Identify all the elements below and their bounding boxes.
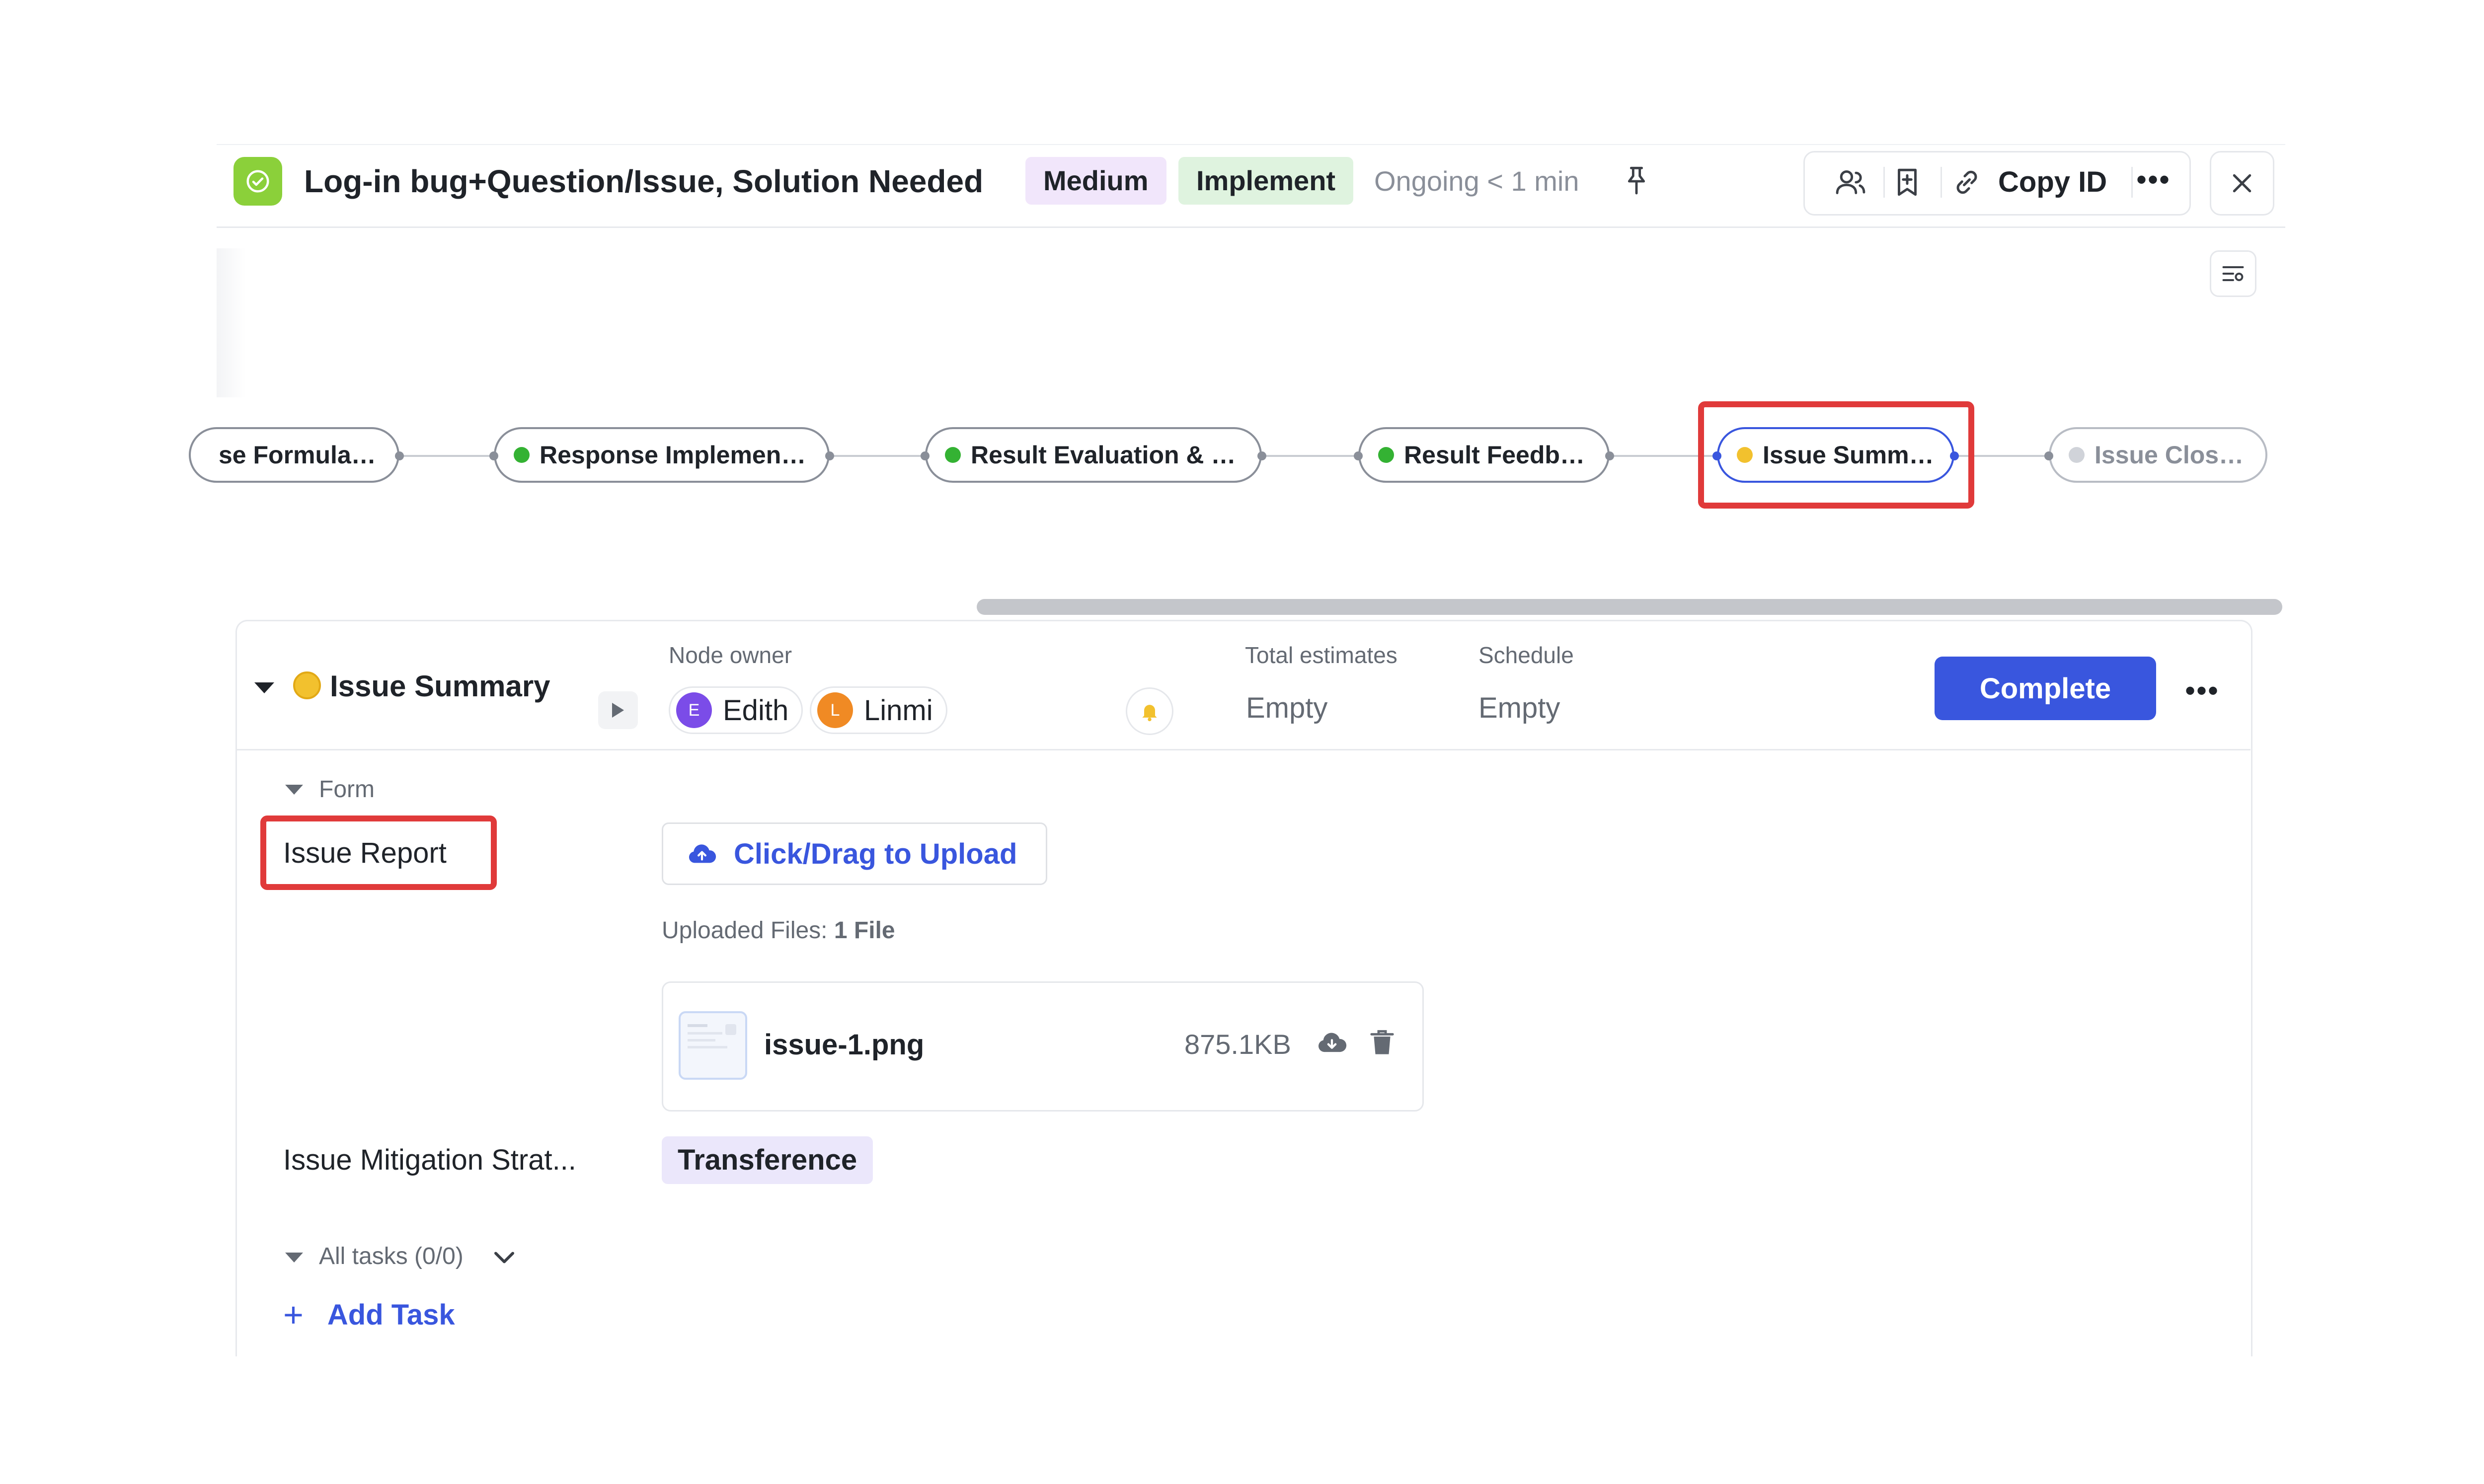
flow-node[interactable]: Response Implementat... [494,427,830,483]
node-title: Issue Summary [330,669,550,703]
close-button[interactable] [2210,151,2274,216]
owner-name: Edith [723,694,789,727]
flow-node-label: se Formulation [219,441,380,469]
bell-icon [1142,705,1157,722]
uploaded-files-info: Uploaded Files: 1 File [662,917,895,944]
flow-node[interactable]: Issue Closure [2049,427,2267,483]
form-caret-icon[interactable] [285,785,303,795]
horizontal-scrollbar[interactable] [977,599,2282,615]
schedule-label: Schedule [1478,642,1574,668]
collapse-caret-icon[interactable] [254,682,274,693]
file-name[interactable]: issue-1.png [764,1028,924,1061]
toolbar-divider [1883,167,1885,198]
flow-port [489,451,498,460]
toolbar-divider [1941,167,1942,198]
flow-connector [830,455,925,457]
status-text: Ongoing < 1 min [1374,165,1579,197]
complete-button[interactable]: Complete [1935,657,2156,720]
flow-port [395,451,404,460]
settings-button[interactable] [2210,250,2256,297]
flow-connector [1262,455,1358,457]
more-icon[interactable]: ••• [2136,160,2171,205]
add-task-button[interactable]: + Add Task [283,1297,455,1332]
plus-icon: + [283,1295,304,1334]
flow-port [1605,451,1614,460]
flow-port [1257,451,1266,460]
cloud-upload-icon [689,844,716,863]
members-icon[interactable] [1833,166,1868,199]
flow-port [825,451,834,460]
highlight-box [260,816,497,890]
status-dot [514,447,530,463]
schedule-value[interactable]: Empty [1478,691,1560,725]
copy-id-button[interactable]: Copy ID [1998,160,2107,205]
flow-node[interactable]: Result Feedback [1358,427,1610,483]
flow-port [921,451,930,460]
panel-divider [235,749,2251,750]
uploaded-files-count: 1 File [834,917,895,944]
page-title: Log-in bug+Question/Issue, Solution Need… [304,163,984,199]
status-dot [945,447,961,463]
bookmark-icon[interactable] [1890,166,1925,199]
upload-button-label: Click/Drag to Upload [734,837,1017,870]
upload-button[interactable]: Click/Drag to Upload [662,822,1047,885]
flow-node-label: Result Evaluation & M... [971,441,1242,469]
link-icon[interactable] [1949,166,1984,199]
reminder-button[interactable] [1126,687,1173,735]
chevron-down-icon[interactable] [493,1248,516,1270]
owner-chip[interactable]: L Linmi [810,686,947,734]
flow-port [2044,451,2053,460]
check-circle-icon [233,157,282,206]
tasks-caret-icon[interactable] [285,1253,303,1262]
file-thumbnail[interactable] [679,1011,747,1080]
close-icon [2233,174,2251,193]
flow-connector [399,455,494,457]
flow-port [1354,451,1363,460]
owner-chip[interactable]: E Edith [669,686,803,734]
avatar: L [817,692,853,728]
flow-fade [217,248,246,397]
file-size: 875.1KB [1184,1029,1291,1060]
status-dot [293,671,321,699]
node-owner-label: Node owner [669,642,792,668]
expand-button[interactable] [598,691,638,729]
settings-icon [2222,266,2244,281]
panel-more-icon[interactable]: ••• [2185,673,2219,708]
total-estimates-value[interactable]: Empty [1246,691,1327,725]
pin-icon[interactable] [1621,164,1652,199]
form-section-label: Form [319,776,375,803]
toolbar-divider [2131,167,2133,198]
flow-node[interactable]: Result Evaluation & M... [925,427,1262,483]
flow-node-label: Issue Closure [2095,441,2248,469]
flow-node-label: Result Feedback [1404,441,1590,469]
avatar: E [676,692,712,728]
flow-node[interactable]: se Formulation [189,427,399,483]
stage-tag[interactable]: Implement [1178,157,1354,205]
trash-icon[interactable] [1369,1028,1395,1059]
mitigation-strategy-value[interactable]: Transference [662,1136,873,1184]
highlight-box [1698,401,1974,509]
priority-tag[interactable]: Medium [1025,157,1166,205]
status-dot [2069,447,2085,463]
uploaded-files-prefix: Uploaded Files: [662,917,828,944]
owner-name: Linmi [864,694,933,727]
total-estimates-label: Total estimates [1245,642,1397,668]
status-dot [1378,447,1394,463]
mitigation-strategy-label: Issue Mitigation Strat... [283,1144,576,1176]
add-task-label: Add Task [327,1298,455,1331]
all-tasks-label[interactable]: All tasks (0/0) [319,1243,464,1270]
cloud-download-icon[interactable] [1317,1029,1347,1058]
play-icon [612,703,624,718]
flow-node-label: Response Implementat... [540,441,810,469]
